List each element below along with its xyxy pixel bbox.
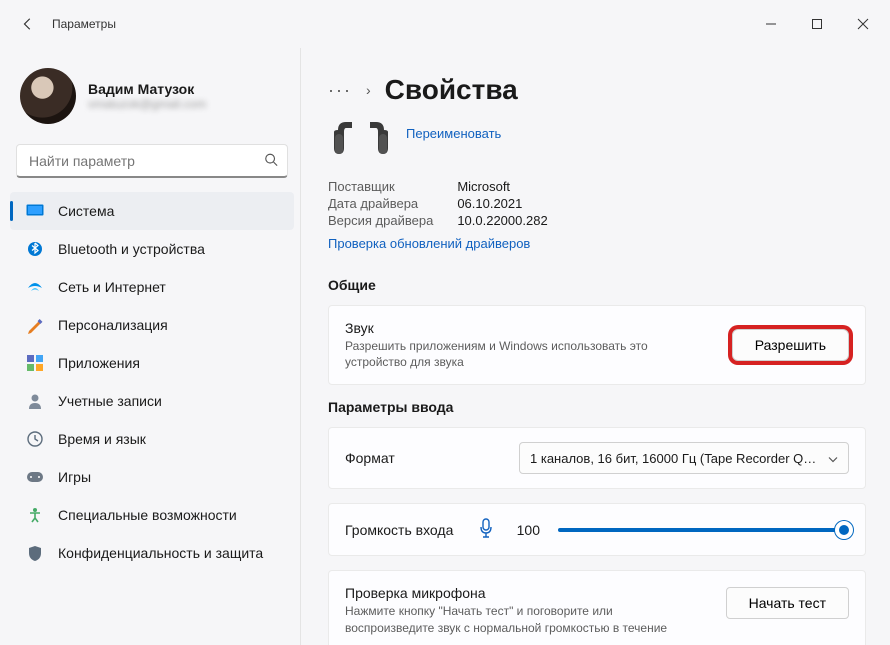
input-volume-value: 100 xyxy=(512,522,540,538)
divider xyxy=(300,48,301,645)
check-driver-updates-link[interactable]: Проверка обновлений драйверов xyxy=(328,236,530,251)
breadcrumb: ··· › Свойства xyxy=(328,48,866,116)
allow-button[interactable]: Разрешить xyxy=(732,329,849,361)
driver-version-value: 10.0.22000.282 xyxy=(457,212,547,229)
user-name: Вадим Матузок xyxy=(88,81,206,97)
format-select-value: 1 каналов, 16 бит, 16000 Гц (Tape Record… xyxy=(530,451,816,466)
main-content: ··· › Свойства Переименовать Поставщик M… xyxy=(300,48,890,645)
apps-icon xyxy=(26,354,44,372)
microphone-icon[interactable] xyxy=(478,518,494,541)
breadcrumb-more[interactable]: ··· xyxy=(328,80,352,101)
supplier-label: Поставщик xyxy=(328,178,457,195)
format-label: Формат xyxy=(345,450,395,466)
nav: Система Bluetooth и устройства Сеть и Ин… xyxy=(4,192,300,572)
accessibility-icon xyxy=(26,506,44,524)
sidebar-item-bluetooth[interactable]: Bluetooth и устройства xyxy=(10,230,294,268)
supplier-value: Microsoft xyxy=(457,178,547,195)
driver-version-label: Версия драйвера xyxy=(328,212,457,229)
device-image xyxy=(332,120,390,164)
mic-test-title: Проверка микрофона xyxy=(345,585,712,601)
slider-track xyxy=(558,528,849,532)
gaming-icon xyxy=(26,468,44,486)
privacy-icon xyxy=(26,544,44,562)
device-header: Переименовать xyxy=(328,116,866,178)
sidebar-item-label: Сеть и Интернет xyxy=(58,279,166,295)
sidebar-item-system[interactable]: Система xyxy=(10,192,294,230)
search-input[interactable] xyxy=(16,144,288,178)
sidebar-item-privacy[interactable]: Конфиденциальность и защита xyxy=(10,534,294,572)
section-title-general: Общие xyxy=(328,277,866,293)
user-email: vmatuzok@gmail.com xyxy=(88,97,206,111)
sidebar-item-time-language[interactable]: Время и язык xyxy=(10,420,294,458)
sidebar: Вадим Матузок vmatuzok@gmail.com Система… xyxy=(0,48,300,645)
format-card: Формат 1 каналов, 16 бит, 16000 Гц (Tape… xyxy=(328,427,866,489)
sidebar-item-apps[interactable]: Приложения xyxy=(10,344,294,382)
rename-link[interactable]: Переименовать xyxy=(406,120,501,141)
sound-permission-card: Звук Разрешить приложениям и Windows исп… xyxy=(328,305,866,385)
input-volume-slider[interactable] xyxy=(558,520,849,540)
input-volume-label: Громкость входа xyxy=(345,522,460,538)
mic-test-subtitle: Нажмите кнопку "Начать тест" и поговорит… xyxy=(345,603,675,635)
sidebar-item-gaming[interactable]: Игры xyxy=(10,458,294,496)
chevron-down-icon xyxy=(828,451,838,466)
page-title: Свойства xyxy=(385,74,518,106)
app-title: Параметры xyxy=(52,17,116,31)
sidebar-item-label: Конфиденциальность и защита xyxy=(58,545,263,561)
close-icon xyxy=(857,18,869,30)
sidebar-item-label: Учетные записи xyxy=(58,393,162,409)
slider-thumb[interactable] xyxy=(835,521,853,539)
bluetooth-icon xyxy=(26,240,44,258)
driver-date-value: 06.10.2021 xyxy=(457,195,547,212)
sidebar-item-label: Игры xyxy=(58,469,91,485)
close-button[interactable] xyxy=(840,8,886,40)
sidebar-item-personalization[interactable]: Персонализация xyxy=(10,306,294,344)
back-button[interactable] xyxy=(16,12,40,36)
sidebar-item-label: Специальные возможности xyxy=(58,507,237,523)
system-icon xyxy=(26,202,44,220)
format-select[interactable]: 1 каналов, 16 бит, 16000 Гц (Tape Record… xyxy=(519,442,849,474)
accounts-icon xyxy=(26,392,44,410)
driver-date-label: Дата драйвера xyxy=(328,195,457,212)
maximize-button[interactable] xyxy=(794,8,840,40)
sidebar-item-label: Bluetooth и устройства xyxy=(58,241,205,257)
avatar xyxy=(20,68,76,124)
arrow-left-icon xyxy=(21,17,35,31)
sidebar-item-label: Время и язык xyxy=(58,431,146,447)
sidebar-item-network[interactable]: Сеть и Интернет xyxy=(10,268,294,306)
sidebar-item-accessibility[interactable]: Специальные возможности xyxy=(10,496,294,534)
mic-test-card: Проверка микрофона Нажмите кнопку "Начат… xyxy=(328,570,866,645)
device-meta: Поставщик Microsoft Дата драйвера 06.10.… xyxy=(328,178,548,229)
search-wrap xyxy=(16,144,288,178)
maximize-icon xyxy=(811,18,823,30)
user-block[interactable]: Вадим Матузок vmatuzok@gmail.com xyxy=(4,56,300,140)
sidebar-item-label: Приложения xyxy=(58,355,140,371)
titlebar: Параметры xyxy=(0,0,890,48)
personalization-icon xyxy=(26,316,44,334)
minimize-button[interactable] xyxy=(748,8,794,40)
input-volume-card: Громкость входа 100 xyxy=(328,503,866,556)
section-title-input-params: Параметры ввода xyxy=(328,399,866,415)
chevron-right-icon: › xyxy=(366,82,371,98)
network-icon xyxy=(26,278,44,296)
start-test-button[interactable]: Начать тест xyxy=(726,587,849,619)
sound-card-subtitle: Разрешить приложениям и Windows использо… xyxy=(345,338,675,370)
minimize-icon xyxy=(765,18,777,30)
time-language-icon xyxy=(26,430,44,448)
sidebar-item-label: Система xyxy=(58,203,114,219)
sidebar-item-accounts[interactable]: Учетные записи xyxy=(10,382,294,420)
sidebar-item-label: Персонализация xyxy=(58,317,168,333)
window-controls xyxy=(748,8,886,40)
sound-card-title: Звук xyxy=(345,320,675,336)
